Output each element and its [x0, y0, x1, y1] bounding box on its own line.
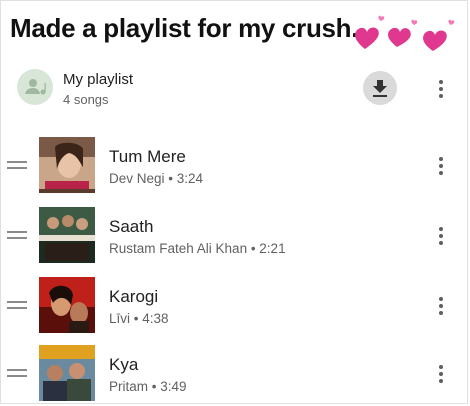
- song-title: Saath: [109, 217, 154, 236]
- song-artist-duration: Dev Negi • 3:24: [109, 171, 204, 186]
- more-vert-icon: [439, 227, 443, 245]
- song-more-button[interactable]: [431, 152, 451, 180]
- more-vert-icon: [439, 157, 443, 175]
- drag-handle-icon[interactable]: [7, 301, 27, 310]
- song-title: Kya: [109, 355, 139, 374]
- drag-handle-icon[interactable]: [7, 161, 27, 170]
- small-heart-icon: [411, 19, 418, 25]
- more-vert-icon: [439, 297, 443, 315]
- drag-handle-icon[interactable]: [7, 231, 27, 240]
- playlist-more-button[interactable]: [431, 75, 451, 103]
- heart-icon: [388, 27, 411, 47]
- heart-icon: [355, 27, 379, 49]
- song-more-button[interactable]: [431, 360, 451, 388]
- song-row-kya[interactable]: Kya Pritam • 3:49: [1, 339, 469, 406]
- download-button[interactable]: [363, 71, 397, 105]
- playlist-song-count: 4 songs: [63, 92, 109, 107]
- post-caption: Made a playlist for my crush.: [10, 13, 359, 43]
- song-title: Tum Mere: [109, 147, 186, 166]
- heart-icon: [423, 30, 447, 51]
- album-art: [39, 345, 95, 401]
- album-art: [39, 207, 95, 263]
- album-art: [39, 277, 95, 333]
- song-more-button[interactable]: [431, 292, 451, 320]
- song-artist-duration: Līvi • 4:38: [109, 311, 169, 326]
- playlist-header: My playlist 4 songs: [1, 57, 469, 125]
- download-icon: [373, 80, 387, 97]
- small-heart-icon: [448, 19, 455, 25]
- song-row-karogi[interactable]: Karogi Līvi • 4:38: [1, 271, 469, 341]
- song-artist-duration: Rustam Fateh Ali Khan • 2:21: [109, 241, 286, 256]
- more-vert-icon: [439, 365, 443, 383]
- hearts-emoji: [355, 15, 455, 51]
- screenshot-frame: Made a playlist for my crush. My playlis…: [0, 0, 468, 404]
- playlist-title: My playlist: [63, 71, 134, 88]
- album-art: [39, 137, 95, 193]
- song-title: Karogi: [109, 287, 159, 306]
- song-more-button[interactable]: [431, 222, 451, 250]
- playlist-avatar: [17, 69, 53, 105]
- song-row-tum-mere[interactable]: Tum Mere Dev Negi • 3:24: [1, 131, 469, 201]
- playlist-icon: [25, 79, 46, 95]
- song-artist-duration: Pritam • 3:49: [109, 379, 187, 394]
- small-heart-icon: [378, 15, 385, 21]
- drag-handle-icon[interactable]: [7, 369, 27, 378]
- more-vert-icon: [439, 80, 443, 98]
- song-row-saath[interactable]: Saath Rustam Fateh Ali Khan • 2:21: [1, 201, 469, 271]
